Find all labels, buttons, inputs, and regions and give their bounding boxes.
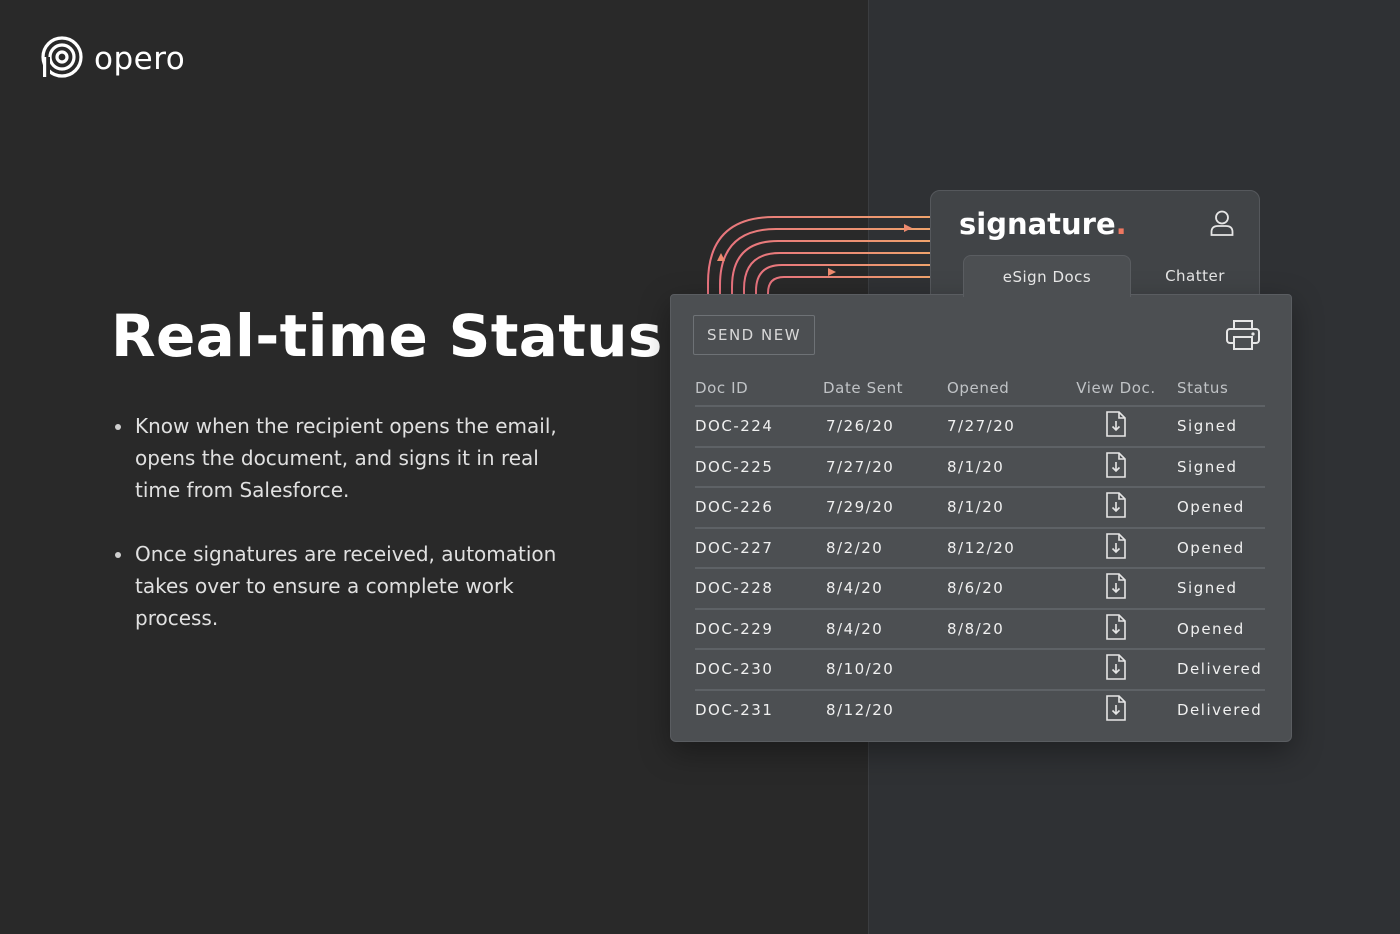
document-download-icon[interactable] <box>1105 532 1127 564</box>
view-doc-cell <box>1055 649 1177 691</box>
decorative-arcs <box>707 216 932 297</box>
tab-chatter[interactable]: Chatter <box>1131 255 1259 297</box>
document-download-icon[interactable] <box>1105 694 1127 726</box>
feature-list: Know when the recipient opens the email,… <box>113 410 573 666</box>
print-icon[interactable] <box>1225 319 1261 355</box>
column-header-status: Status <box>1177 371 1265 407</box>
brand-name: opero <box>94 41 186 77</box>
table-row[interactable]: DOC-226 7/29/20 8/1/20 Opened <box>695 487 1265 529</box>
status-badge: Opened <box>1177 487 1265 529</box>
view-doc-cell <box>1055 527 1177 569</box>
document-download-icon[interactable] <box>1105 613 1127 645</box>
date-sent: 8/12/20 <box>826 700 895 719</box>
document-download-icon[interactable] <box>1105 653 1127 685</box>
brand-logo[interactable]: opero <box>40 35 185 83</box>
view-doc-cell <box>1055 446 1177 488</box>
date-opened: 8/8/20 <box>947 608 1055 650</box>
table-row[interactable]: DOC-228 8/4/20 8/6/20 Signed <box>695 568 1265 610</box>
date-sent: 8/4/20 <box>823 608 947 650</box>
doc-id: DOC-231 <box>695 700 774 719</box>
esign-docs-panel: SEND NEW Doc ID Date Sent Opened View Do… <box>670 294 1292 742</box>
view-doc-cell <box>1055 690 1177 730</box>
document-download-icon[interactable] <box>1105 451 1127 483</box>
date-opened: 8/1/20 <box>947 446 1055 488</box>
feature-item: Once signatures are received, automation… <box>113 538 573 634</box>
status-badge: Signed <box>1177 406 1265 448</box>
status-badge: Delivered <box>1177 649 1265 691</box>
status-badge: Delivered <box>1177 700 1263 719</box>
date-sent: 7/29/20 <box>823 487 947 529</box>
doc-id: DOC-224 <box>695 406 823 448</box>
document-download-icon[interactable] <box>1105 491 1127 523</box>
arc-arrow-right <box>828 268 836 276</box>
status-badge: Signed <box>1177 568 1265 610</box>
table-row[interactable]: DOC-229 8/4/20 8/8/20 Opened <box>695 608 1265 650</box>
table-row[interactable]: DOC-225 7/27/20 8/1/20 Signed <box>695 446 1265 488</box>
feature-item: Know when the recipient opens the email,… <box>113 410 573 506</box>
document-download-icon[interactable] <box>1105 410 1127 442</box>
date-opened: 8/12/20 <box>947 527 1055 569</box>
table-row[interactable]: DOC-230 8/10/20 Delivered <box>695 649 1265 691</box>
user-icon[interactable] <box>1209 209 1235 241</box>
table-header-row: Doc ID Date Sent Opened View Doc. Status <box>695 371 1265 407</box>
status-badge: Signed <box>1177 446 1265 488</box>
table-row[interactable]: DOC-224 7/26/20 7/27/20 Signed <box>695 406 1265 448</box>
opero-logo-icon <box>40 35 84 83</box>
date-opened: 7/27/20 <box>947 406 1055 448</box>
view-doc-cell <box>1055 406 1177 448</box>
status-badge: Opened <box>1177 608 1265 650</box>
view-doc-cell <box>1055 487 1177 529</box>
date-sent: 8/2/20 <box>823 527 947 569</box>
date-opened: 8/1/20 <box>947 487 1055 529</box>
doc-id: DOC-229 <box>695 608 823 650</box>
table-row[interactable]: DOC-227 8/2/20 8/12/20 Opened <box>695 527 1265 569</box>
doc-id: DOC-226 <box>695 487 823 529</box>
document-download-icon[interactable] <box>1105 572 1127 604</box>
column-header-date-sent: Date Sent <box>823 371 947 407</box>
arc-arrow-right <box>904 224 912 232</box>
date-sent: 7/27/20 <box>823 446 947 488</box>
tab-esign-docs[interactable]: eSign Docs <box>963 255 1131 297</box>
date-sent: 8/10/20 <box>823 649 947 691</box>
documents-table: Doc ID Date Sent Opened View Doc. Status… <box>695 371 1265 729</box>
page-title: Real-time Status <box>111 302 663 370</box>
column-header-doc-id: Doc ID <box>695 371 823 407</box>
send-new-button[interactable]: SEND NEW <box>693 315 815 355</box>
status-badge: Opened <box>1177 527 1265 569</box>
signature-logo: signature. <box>959 207 1127 241</box>
date-sent: 7/26/20 <box>823 406 947 448</box>
signature-app-header: signature. eSign Docs Chatter <box>930 190 1260 310</box>
view-doc-cell <box>1055 568 1177 610</box>
doc-id: DOC-227 <box>695 527 823 569</box>
table-row[interactable]: DOC-231 8/12/20 Delivered <box>695 690 1265 730</box>
doc-id: DOC-230 <box>695 649 823 691</box>
column-header-opened: Opened <box>947 371 1055 407</box>
doc-id: DOC-225 <box>695 446 823 488</box>
date-sent: 8/4/20 <box>823 568 947 610</box>
view-doc-cell <box>1055 608 1177 650</box>
date-opened: 8/6/20 <box>947 568 1055 610</box>
column-header-view-doc: View Doc. <box>1055 371 1177 407</box>
date-opened <box>947 649 1055 691</box>
date-opened <box>947 690 1055 730</box>
doc-id: DOC-228 <box>695 568 823 610</box>
